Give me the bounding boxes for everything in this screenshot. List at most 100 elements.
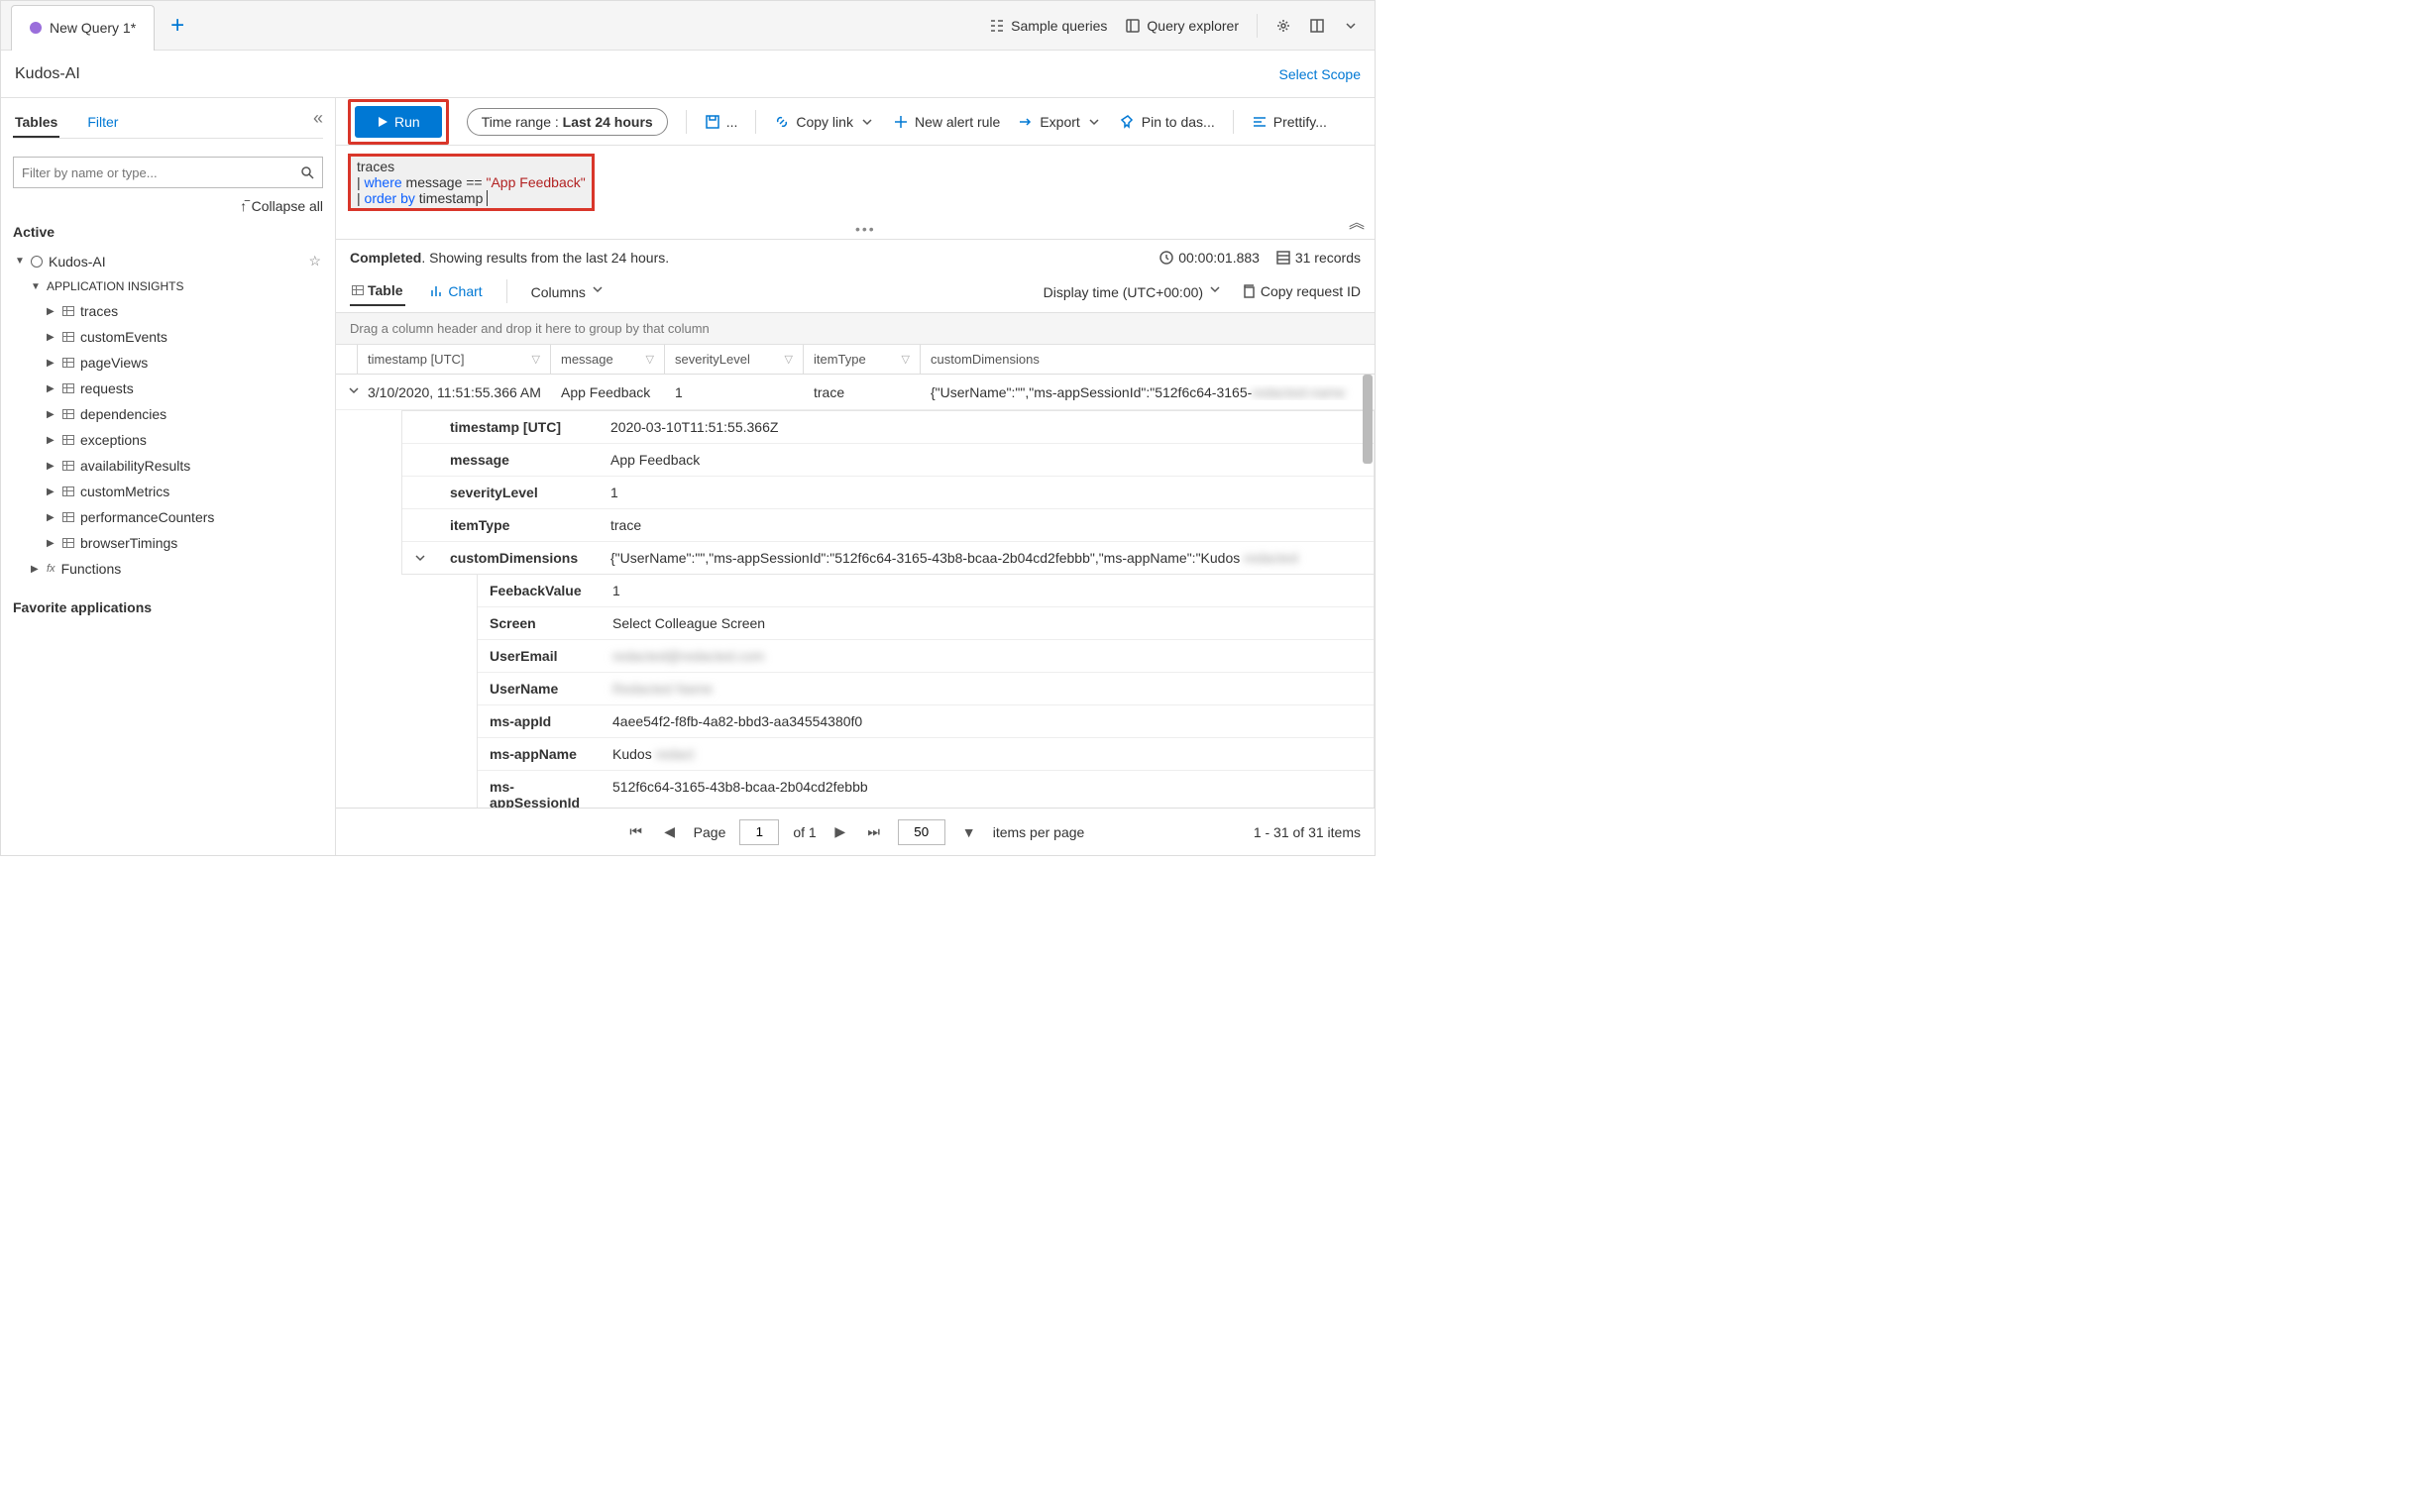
collapse-all-button[interactable]: ↑‾ Collapse all [13,198,323,214]
status-text: Completed. Showing results from the last… [350,250,669,266]
pager-summary: 1 - 31 of 31 items [1254,824,1361,840]
chevron-down-icon [859,114,875,130]
query-explorer-button[interactable]: Query explorer [1125,18,1239,34]
table-icon [62,435,74,445]
highlight-query: traces | where message == "App Feedback"… [348,154,595,211]
chart-icon [429,283,445,299]
copy-link-button[interactable]: Copy link [774,114,875,130]
prettify-button[interactable]: Prettify... [1252,114,1327,130]
sidebar-search-input[interactable] [13,157,323,188]
export-button[interactable]: Export [1018,114,1101,130]
pager-size-input[interactable] [898,819,945,845]
table-icon [62,409,74,419]
filter-icon[interactable]: ▽ [532,353,540,366]
query-editor[interactable]: traces | where message == "App Feedback"… [336,146,1375,240]
tree-root[interactable]: ▼ Kudos-AI ☆ [13,248,323,274]
view-tab-table[interactable]: Table [350,276,405,306]
group-by-zone[interactable]: Drag a column header and drop it here to… [336,312,1375,345]
col-itemtype[interactable]: itemType▽ [804,345,921,374]
tree-table-availabilityResults[interactable]: ▶availabilityResults [13,453,323,479]
view-tab-chart[interactable]: Chart [427,277,485,305]
display-time-button[interactable]: Display time (UTC+00:00) [1044,281,1223,300]
query-tab[interactable]: New Query 1* [11,5,155,51]
columns-button[interactable]: Columns [529,275,607,306]
pager-prev-button[interactable]: ◀ [660,822,680,842]
run-button[interactable]: Run [355,106,442,138]
chevron-down-icon[interactable] [412,550,428,566]
pager-size-dropdown[interactable]: ▼ [959,822,979,842]
chevron-right-icon: ▶ [47,461,56,472]
time-range-button[interactable]: Time range : Last 24 hours [467,108,668,136]
link-icon [774,114,790,130]
divider [1257,14,1258,38]
chevron-right-icon: ▶ [47,383,56,394]
pin-button[interactable]: Pin to das... [1120,114,1215,130]
col-customdimensions[interactable]: customDimensions [921,345,1375,374]
chevron-down-icon[interactable] [1343,18,1359,34]
ellipsis-icon: ••• [855,221,876,237]
collapse-editor-icon[interactable]: ︽ [1349,209,1365,233]
col-message[interactable]: message▽ [551,345,665,374]
pager-next-button[interactable]: ▶ [830,822,850,842]
copy-request-button[interactable]: Copy request ID [1241,283,1361,299]
pager-page-input[interactable] [739,819,779,845]
new-tab-button[interactable]: + [170,12,184,40]
tree-table-pageViews[interactable]: ▶pageViews [13,350,323,376]
chevron-right-icon: ▶ [47,538,56,549]
chevron-right-icon: ▶ [47,332,56,343]
table-icon [62,538,74,548]
col-severity[interactable]: severityLevel▽ [665,345,804,374]
scrollbar[interactable] [1363,375,1373,464]
panel-icon[interactable] [1309,18,1325,34]
save-button[interactable]: ... [705,114,738,130]
tree-table-exceptions[interactable]: ▶exceptions [13,427,323,453]
chevron-right-icon: ▶ [31,564,41,575]
tree-table-requests[interactable]: ▶requests [13,376,323,401]
star-icon[interactable]: ☆ [308,253,321,270]
gear-icon[interactable] [1275,18,1291,34]
highlight-run: Run [348,99,449,145]
chevron-down-icon [1207,281,1223,297]
function-icon: fx [47,563,55,575]
table-icon [62,358,74,368]
col-timestamp[interactable]: timestamp [UTC]▽ [358,345,551,374]
format-icon [1252,114,1268,130]
filter-icon[interactable]: ▽ [902,353,910,366]
play-icon [377,116,388,128]
tree-functions[interactable]: ▶ fx Functions [13,556,323,582]
table-icon [62,332,74,342]
table-icon [62,383,74,393]
tab-filter[interactable]: Filter [85,108,120,138]
filter-icon[interactable]: ▽ [646,353,654,366]
select-scope-link[interactable]: Select Scope [1279,66,1362,82]
tree-table-customEvents[interactable]: ▶customEvents [13,324,323,350]
pager-last-button[interactable]: ⏭ [864,822,884,842]
tree-table-customMetrics[interactable]: ▶customMetrics [13,479,323,504]
chevron-down-icon: ▼ [15,256,25,267]
sample-queries-button[interactable]: Sample queries [989,18,1107,34]
chevron-down-icon: ▼ [31,281,41,292]
table-icon [62,461,74,471]
filter-icon[interactable]: ▽ [785,353,793,366]
chevron-right-icon: ▶ [47,358,56,369]
sidebar-collapse-icon[interactable]: « [313,108,323,138]
pager-first-button[interactable]: ⏮ [626,822,646,842]
scope-name: Kudos-AI [15,65,80,83]
new-alert-button[interactable]: New alert rule [893,114,1000,130]
chevron-down-icon[interactable] [346,382,362,398]
row-details: timestamp [UTC]2020-03-10T11:51:55.366Z … [401,410,1375,575]
grid-header: timestamp [UTC]▽ message▽ severityLevel▽… [336,345,1375,375]
tree-table-browserTimings[interactable]: ▶browserTimings [13,530,323,556]
chevron-right-icon: ▶ [47,512,56,523]
chevron-right-icon: ▶ [47,486,56,497]
table-row[interactable]: 3/10/2020, 11:51:55.366 AM App Feedback … [336,375,1375,410]
tree-table-dependencies[interactable]: ▶dependencies [13,401,323,427]
tab-tables[interactable]: Tables [13,108,59,138]
tree-table-traces[interactable]: ▶traces [13,298,323,324]
table-icon [62,306,74,316]
tree-group[interactable]: ▼ APPLICATION INSIGHTS [13,274,323,298]
plus-icon [893,114,909,130]
tree-table-performanceCounters[interactable]: ▶performanceCounters [13,504,323,530]
elapsed-time: 00:00:01.883 [1158,250,1260,266]
active-heading: Active [13,224,323,240]
